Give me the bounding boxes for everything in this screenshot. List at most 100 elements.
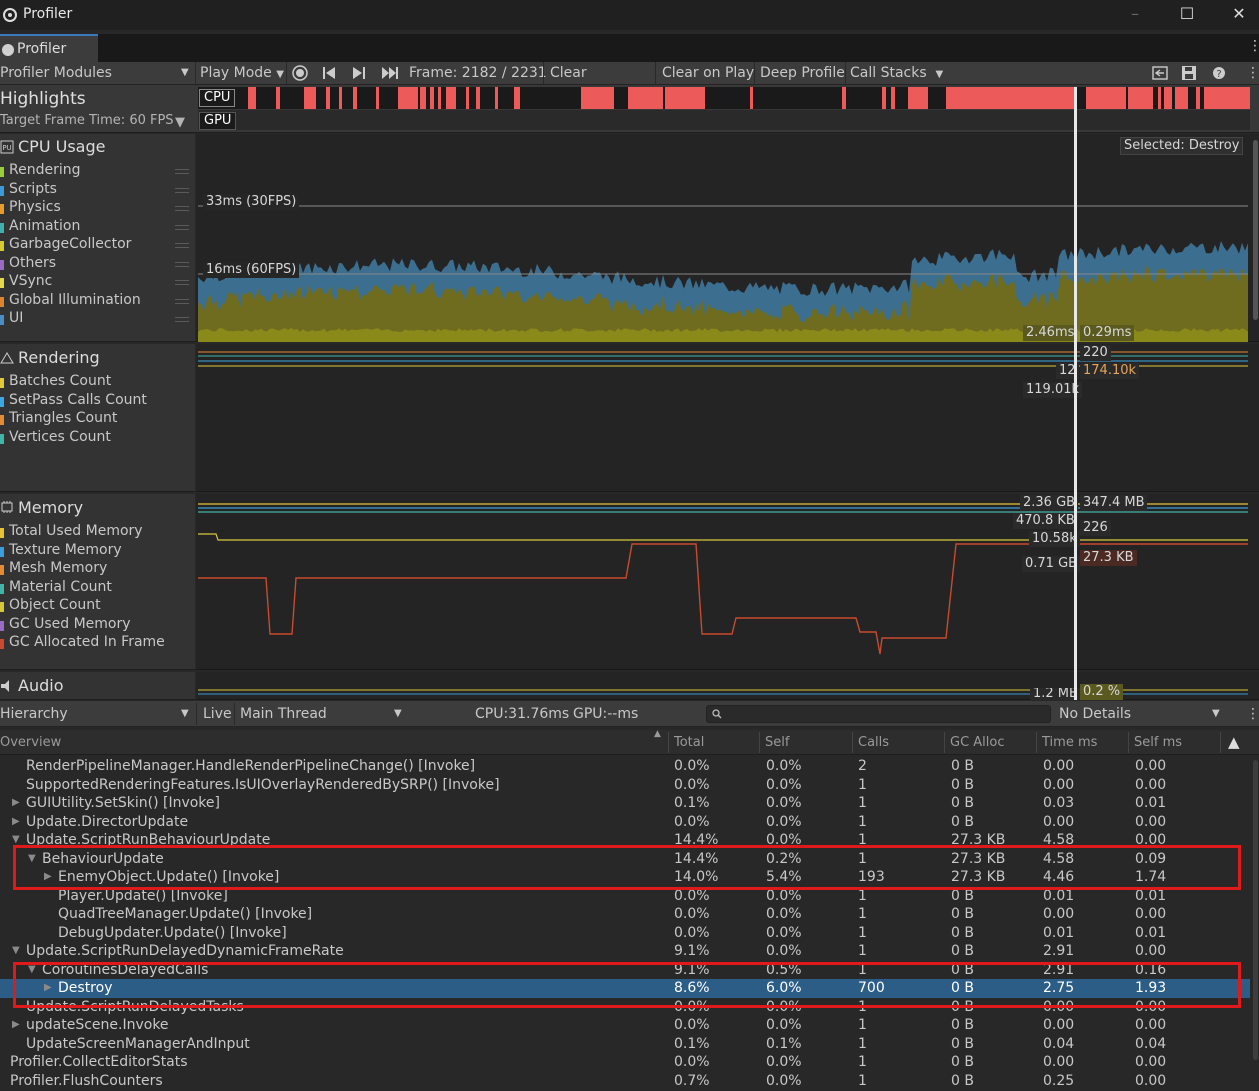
table-row[interactable]: ▶ GUIUtility.SetSkin() [Invoke] 0.1% 0.0% 1 0…	[0, 794, 1250, 813]
table-row[interactable]: DebugUpdater.Update() [Invoke] 0.0% 0.0% 1 0…	[0, 924, 1250, 943]
col-total[interactable]: Total	[674, 735, 704, 750]
details-menu-icon[interactable]: ⋮	[1246, 703, 1259, 725]
tab-menu-icon[interactable]: ⋮	[1248, 38, 1259, 54]
call-stacks-dropdown[interactable]: Call Stacks ▼	[850, 62, 943, 84]
legend-item[interactable]: Object Count	[9, 597, 101, 613]
material-count-value: 226	[1080, 520, 1111, 536]
legend-item[interactable]: Scripts	[9, 181, 57, 197]
table-row[interactable]: SupportedRenderingFeatures.IsUIOverlayRe…	[0, 776, 1250, 795]
legend-color-swatch	[0, 546, 4, 557]
memory-module[interactable]: Memory Total Used Memory Texture Memory Me…	[0, 494, 195, 670]
table-row[interactable]: ▶ Update.DirectorUpdate 0.0% 0.0% 1 0 B 0.00 0.…	[0, 813, 1250, 832]
legend-item[interactable]: Vertices Count	[9, 429, 111, 445]
cell-self-ms: 0.00	[1135, 906, 1167, 922]
table-row[interactable]: RenderPipelineManager.HandleRenderPipeli…	[0, 757, 1250, 776]
col-self[interactable]: Self	[765, 735, 789, 750]
minimize-button[interactable]: –	[1110, 0, 1160, 30]
legend-item[interactable]: Total Used Memory	[9, 523, 143, 539]
col-self-ms[interactable]: Self ms	[1134, 735, 1182, 750]
search-input[interactable]	[706, 705, 1051, 723]
collapsed-arrow-icon[interactable]: ▶	[12, 794, 20, 812]
drag-handle-icon[interactable]	[175, 187, 189, 193]
legend-item[interactable]: Global Illumination	[9, 292, 141, 308]
table-row[interactable]: Profiler.FlushCounters 0.7% 0.0% 1 0 B 0.25 0.…	[0, 1072, 1250, 1091]
legend-item[interactable]: Triangles Count	[9, 410, 117, 426]
drag-handle-icon[interactable]	[175, 261, 189, 267]
legend-item[interactable]: Mesh Memory	[9, 560, 107, 576]
collapsed-arrow-icon[interactable]: ▶	[12, 813, 20, 831]
legend-item[interactable]: Batches Count	[9, 373, 111, 389]
legend-item[interactable]: Animation	[9, 218, 80, 234]
previous-frame-button[interactable]	[322, 62, 336, 84]
tab-label: Profiler	[17, 41, 67, 57]
expanded-arrow-icon[interactable]: ▼	[12, 942, 20, 960]
col-time-ms[interactable]: Time ms	[1042, 735, 1097, 750]
target-frame-time-dropdown[interactable]: Target Frame Time: 60 FPS	[0, 113, 174, 128]
cell-time-ms: 0.03	[1043, 795, 1075, 811]
profiler-modules-dropdown[interactable]: Profiler Modules	[0, 62, 112, 84]
cell-time-ms: 0.00	[1043, 1017, 1075, 1033]
table-row[interactable]: ▼ Update.ScriptRunDelayedDynamicFrameRate…	[0, 942, 1250, 961]
cpu-chart	[198, 205, 1248, 342]
table-row[interactable]: Profiler.CollectEditorStats 0.0% 0.0% 1 0 B 0…	[0, 1053, 1250, 1072]
table-row[interactable]: QuadTreeManager.Update() [Invoke] 0.0% 0.0…	[0, 905, 1250, 924]
drag-handle-icon[interactable]	[175, 298, 189, 304]
toolbar-menu-icon[interactable]: ⋮	[1246, 62, 1259, 84]
clear-on-play-button[interactable]: Clear on Play	[662, 62, 754, 84]
drag-handle-icon[interactable]	[175, 206, 189, 211]
play-mode-dropdown[interactable]: Play Mode ▼	[200, 62, 284, 84]
modules-scrollbar[interactable]	[1253, 140, 1258, 320]
legend-item[interactable]: Others	[9, 255, 56, 271]
legend-color-swatch	[0, 185, 4, 196]
table-scrollbar[interactable]	[1253, 760, 1258, 1060]
legend-item[interactable]: Physics	[9, 199, 61, 215]
legend-item[interactable]: Texture Memory	[9, 542, 122, 558]
col-overview[interactable]: Overview	[0, 735, 61, 750]
save-button[interactable]	[1181, 62, 1197, 84]
cell-gc-alloc: 0 B	[951, 795, 974, 811]
record-button[interactable]	[291, 62, 309, 84]
gpu-highlights-bar[interactable]	[198, 110, 1250, 130]
rendering-module[interactable]: Rendering Batches Count SetPass Calls Cou…	[0, 344, 195, 492]
audio-module[interactable]: Audio	[0, 672, 195, 700]
frame-playhead[interactable]	[1074, 87, 1077, 700]
next-frame-button[interactable]	[352, 62, 366, 84]
cpu-usage-graph[interactable]	[196, 134, 1259, 342]
drag-handle-icon[interactable]	[175, 317, 189, 322]
legend-item[interactable]: UI	[9, 310, 23, 326]
chevron-down-icon: ▼	[175, 115, 185, 130]
cell-time-ms: 0.00	[1043, 1054, 1075, 1070]
current-frame-button[interactable]	[381, 62, 399, 84]
view-dropdown[interactable]: Hierarchy	[0, 703, 68, 725]
thread-dropdown[interactable]: Main Thread	[240, 703, 327, 725]
live-toggle[interactable]: Live	[203, 703, 232, 725]
col-gc-alloc[interactable]: GC Alloc	[950, 735, 1005, 750]
legend-item[interactable]: Rendering	[9, 162, 81, 178]
drag-handle-icon[interactable]	[175, 169, 189, 174]
collapsed-arrow-icon[interactable]: ▶	[12, 1016, 20, 1034]
cpu-highlights-bar[interactable]	[198, 87, 1250, 109]
legend-item[interactable]: GC Used Memory	[9, 616, 131, 632]
legend-item[interactable]: GarbageCollector	[9, 236, 131, 252]
details-dropdown[interactable]: No Details	[1059, 703, 1131, 725]
drag-handle-icon[interactable]	[175, 243, 189, 248]
chevron-down-icon: ▼	[181, 67, 189, 78]
legend-item[interactable]: Material Count	[9, 579, 112, 595]
warning-icon[interactable]: ▲	[1228, 733, 1240, 751]
drag-handle-icon[interactable]	[175, 224, 189, 230]
legend-item[interactable]: GC Allocated In Frame	[9, 634, 165, 650]
deep-profile-button[interactable]: Deep Profile	[760, 62, 845, 84]
load-button[interactable]	[1152, 62, 1168, 84]
col-calls[interactable]: Calls	[858, 735, 889, 750]
legend-item[interactable]: SetPass Calls Count	[9, 392, 147, 408]
cpu-usage-module[interactable]: PU CPU Usage Rendering Scripts Physics Anim…	[0, 134, 195, 342]
drag-handle-icon[interactable]	[175, 280, 189, 285]
table-row[interactable]: UpdateScreenManagerAndInput 0.1% 0.1% 1 0 B 0…	[0, 1035, 1250, 1054]
close-button[interactable]: ✕	[1214, 0, 1259, 30]
table-row[interactable]: ▶ updateScene.Invoke 0.0% 0.0% 1 0 B 0.00 0.00	[0, 1016, 1250, 1035]
help-button[interactable]: ?	[1212, 62, 1226, 84]
legend-item[interactable]: VSync	[9, 273, 52, 289]
clear-button[interactable]: Clear	[550, 62, 587, 84]
tab-profiler[interactable]: Profiler	[0, 34, 98, 62]
maximize-button[interactable]: ☐	[1162, 0, 1212, 30]
